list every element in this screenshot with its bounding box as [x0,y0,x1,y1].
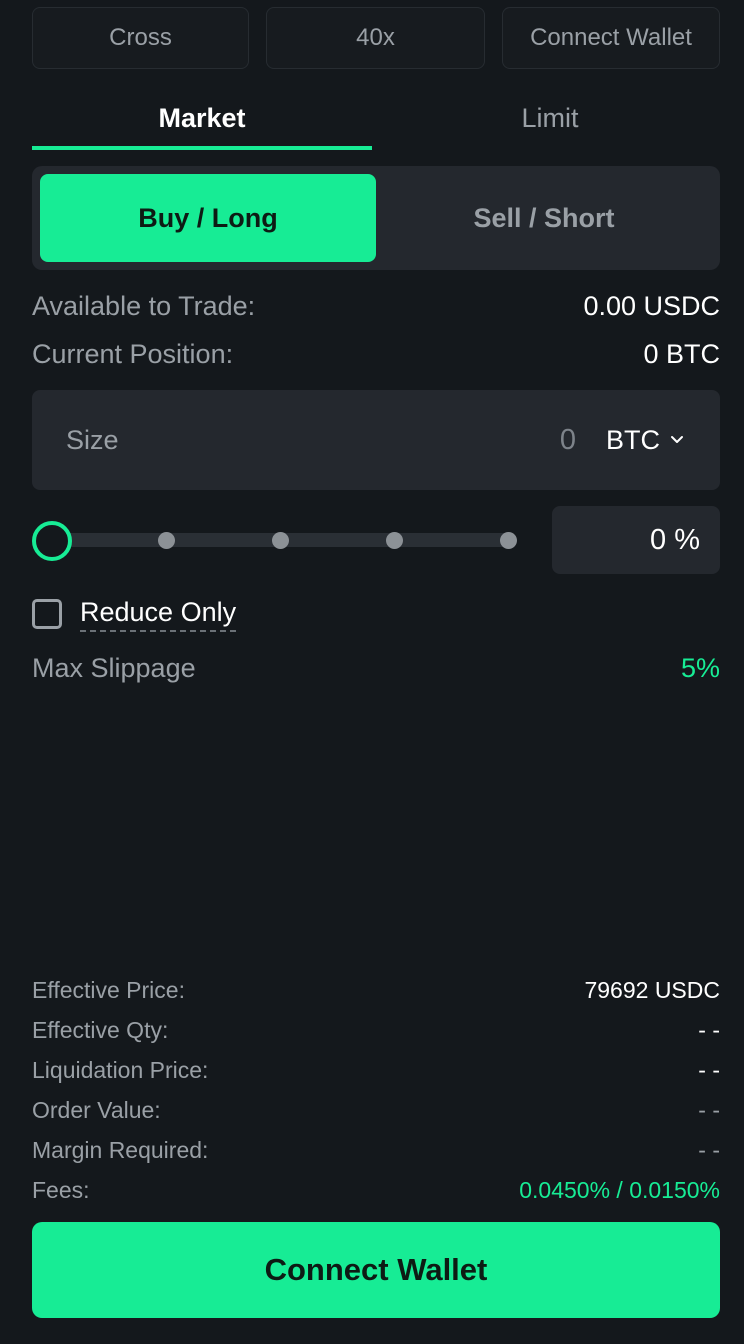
slippage-row[interactable]: Max Slippage 5% [32,648,720,688]
side-switch: Buy / Long Sell / Short [32,166,720,270]
order-type-tabs: Market Limit [32,88,720,150]
margin-mode-label: Cross [109,24,172,51]
liquidation-price-value: - - [698,1056,720,1083]
reduce-only-label: Reduce Only [80,597,237,632]
margin-required-value: - - [698,1136,720,1163]
effective-price-value: 79692 USDC [584,976,720,1003]
percent-input[interactable]: 0 % [552,506,720,574]
reduce-only-checkbox[interactable] [32,599,62,629]
summary-effective-price: Effective Price: 79692 USDC [32,975,720,1005]
size-percent-slider[interactable] [32,516,522,566]
slider-stop-100[interactable] [500,532,517,549]
slider-handle[interactable] [32,521,72,561]
summary-fees: Fees: 0.0450% / 0.0150% [32,1175,720,1205]
effective-qty-value: - - [698,1016,720,1043]
tab-market-label: Market [158,102,246,133]
available-value: 0.00 USDC [583,290,720,321]
margin-required-label: Margin Required: [32,1136,209,1163]
effective-qty-label: Effective Qty: [32,1016,169,1043]
percent-value: 0 % [650,523,700,556]
slider-stop-50[interactable] [272,532,289,549]
buy-long-button[interactable]: Buy / Long [40,174,376,262]
fees-label: Fees: [32,1176,90,1203]
size-unit-select[interactable]: BTC [606,390,684,490]
sell-short-button[interactable]: Sell / Short [376,174,712,262]
slippage-label: Max Slippage [32,652,196,683]
buy-long-label: Buy / Long [138,202,278,233]
position-label: Current Position: [32,338,234,369]
slippage-value[interactable]: 5% [681,653,720,684]
leverage-button[interactable]: 40x [266,7,485,69]
effective-price-label: Effective Price: [32,976,185,1003]
available-row: Available to Trade: 0.00 USDC [32,288,720,324]
size-input[interactable] [456,420,576,460]
connect-wallet-top-button[interactable]: Connect Wallet [502,7,720,69]
margin-mode-button[interactable]: Cross [32,7,249,69]
summary-order-value: Order Value: - - [32,1095,720,1125]
order-value-value: - - [698,1096,720,1123]
connect-wallet-button[interactable]: Connect Wallet [32,1222,720,1318]
available-label: Available to Trade: [32,290,256,321]
tab-limit-label: Limit [521,102,579,133]
size-field[interactable]: Size BTC [32,390,720,490]
tab-market[interactable]: Market [32,88,372,148]
slider-stop-25[interactable] [158,532,175,549]
position-value: 0 BTC [643,338,720,369]
tab-limit[interactable]: Limit [380,88,720,148]
slider-stop-75[interactable] [386,532,403,549]
reduce-only-option[interactable]: Reduce Only [32,592,237,636]
summary-liquidation-price: Liquidation Price: - - [32,1055,720,1085]
connect-wallet-label: Connect Wallet [264,1252,488,1287]
liquidation-price-label: Liquidation Price: [32,1056,209,1083]
active-tab-underline [32,146,372,150]
size-label: Size [66,424,119,455]
chevron-down-icon [671,436,683,443]
size-unit-label: BTC [606,424,660,455]
order-value-label: Order Value: [32,1096,161,1123]
position-row: Current Position: 0 BTC [32,336,720,372]
leverage-label: 40x [356,24,395,51]
sell-short-label: Sell / Short [473,202,615,233]
summary-margin-required: Margin Required: - - [32,1135,720,1165]
fees-value: 0.0450% / 0.0150% [519,1176,720,1203]
connect-wallet-top-label: Connect Wallet [530,24,692,51]
summary-effective-qty: Effective Qty: - - [32,1015,720,1045]
